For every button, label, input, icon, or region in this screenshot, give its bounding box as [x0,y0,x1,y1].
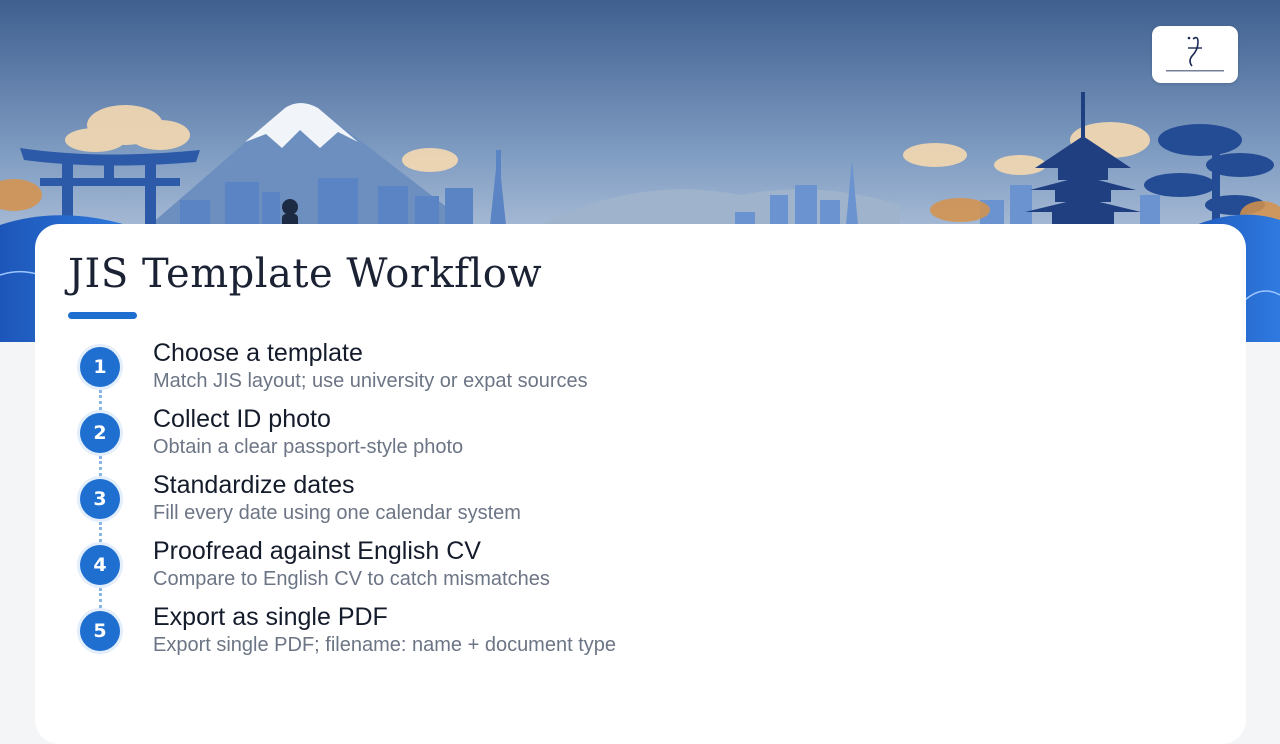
brand-logo [1152,26,1238,83]
content-card [35,224,1246,744]
title-underline [68,312,137,319]
brand-logo-wordmark [1166,70,1224,72]
slide-title: JIS Template Workflow [68,251,543,297]
